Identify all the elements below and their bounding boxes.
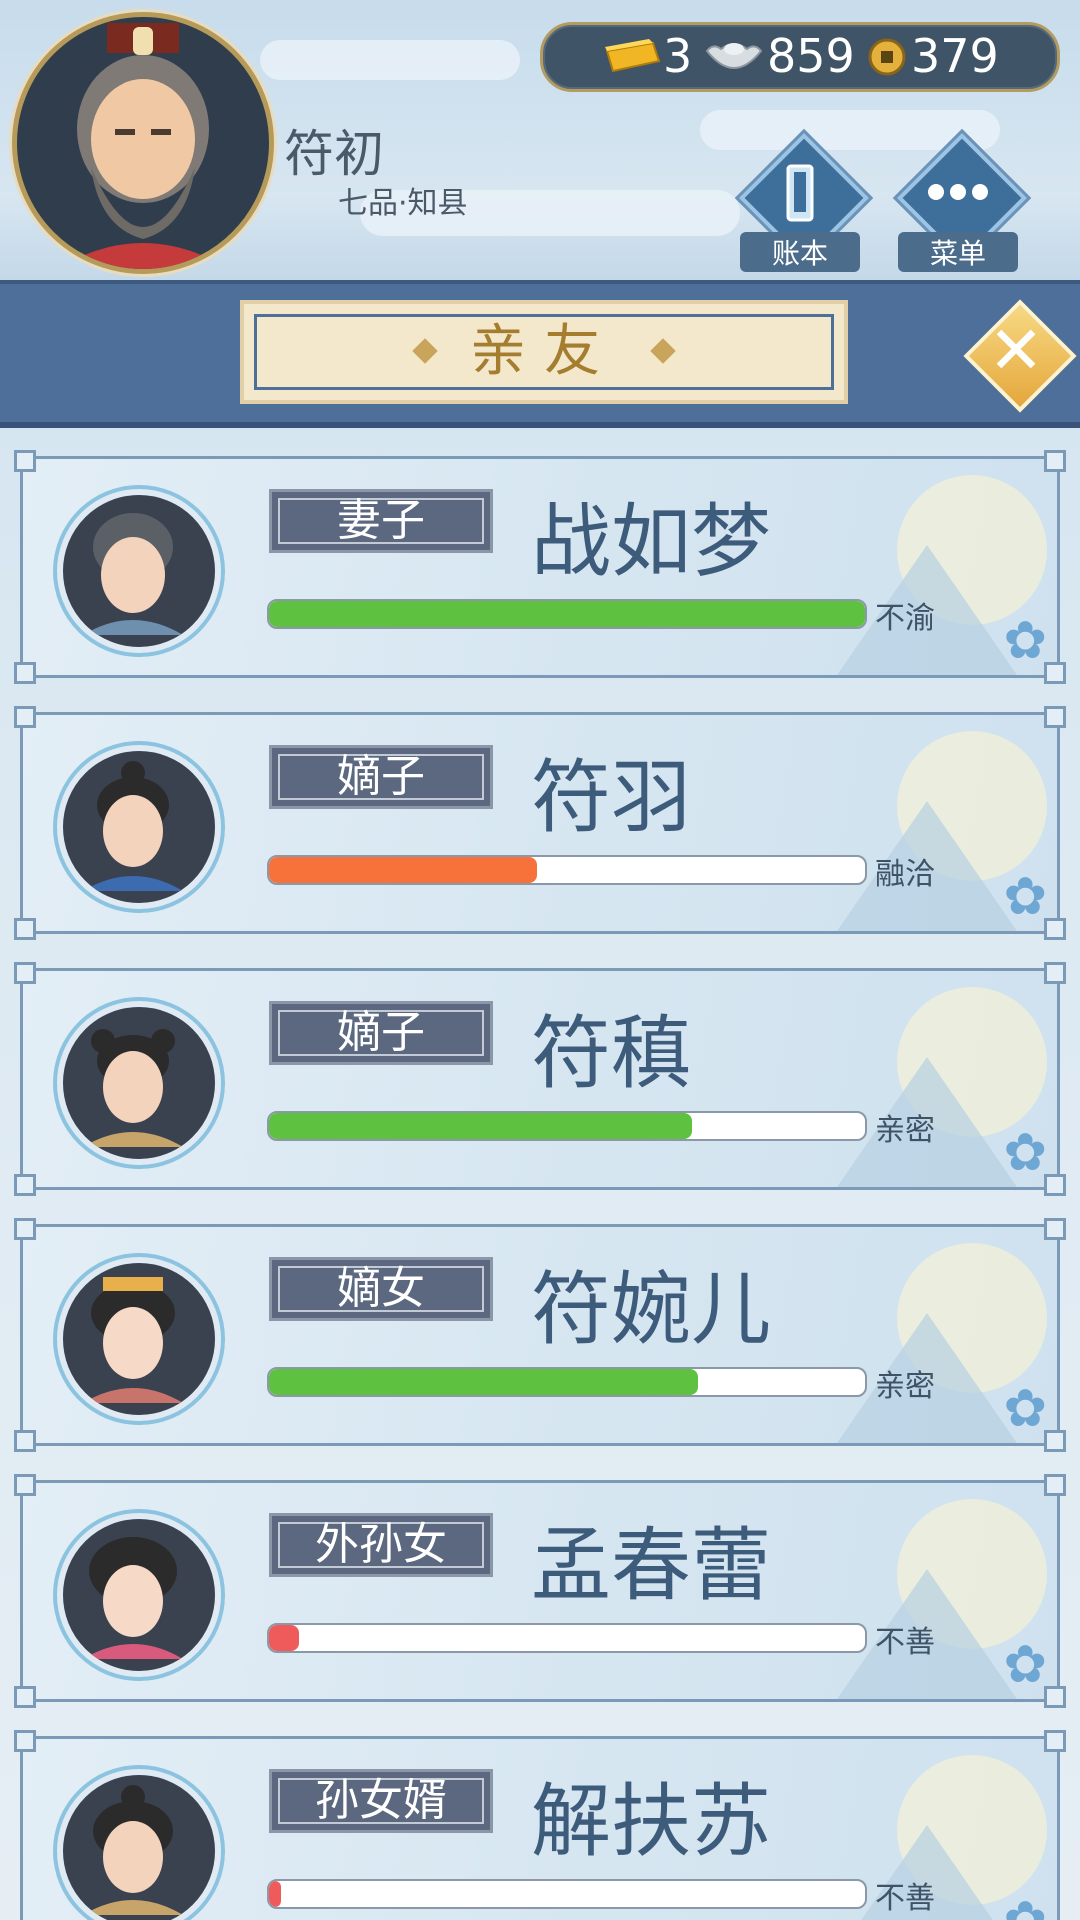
plum-flower-icon: ✿ [1003,1123,1047,1183]
coin-count: 379 [911,29,999,83]
plum-flower-icon: ✿ [1003,1379,1047,1439]
ledger-button[interactable]: 账本 [738,132,870,272]
more-dots-icon [928,184,988,200]
plum-flower-icon: ✿ [1003,611,1047,671]
character-name: 解扶苏 [531,1775,771,1868]
plum-flower-icon: ✿ [1003,1895,1047,1920]
relative-card[interactable]: ✿ 嫡子 符羽 融洽 [14,706,1066,940]
role-tag: 孙女婿 [269,1769,493,1833]
silver-count: 859 [767,29,855,83]
resource-bar: 3 859 379 [540,22,1060,92]
relatives-list[interactable]: ✿ 妻子 战如梦 不渝 ✿ 嫡子 符羽 融洽 ✿ 嫡子 符稹 亲密 ✿ 嫡女 符… [0,424,1080,1920]
relative-card[interactable]: ✿ 嫡女 符婉儿 亲密 [14,1218,1066,1452]
plum-flower-icon: ✿ [1003,867,1047,927]
character-name: 符稹 [531,1007,691,1100]
relationship-status: 亲密 [875,1369,935,1404]
character-portrait[interactable] [57,745,221,909]
title-plate: 亲友 [240,300,848,404]
relationship-status: 不渝 [875,601,935,636]
affinity-bar [267,1367,867,1397]
relative-card[interactable]: ✿ 孙女婿 解扶苏 不善 [14,1730,1066,1920]
ledger-label: 账本 [740,232,860,272]
menu-button[interactable]: 菜单 [896,132,1028,272]
character-portrait[interactable] [57,489,221,653]
relative-card[interactable]: ✿ 嫡子 符稹 亲密 [14,962,1066,1196]
book-icon [786,164,814,222]
role-tag: 嫡子 [269,1001,493,1065]
relationship-status: 不善 [875,1881,935,1916]
page-title: 亲友 [470,319,618,384]
character-portrait[interactable] [57,1001,221,1165]
gold-count: 3 [663,29,693,83]
role-tag: 外孙女 [269,1513,493,1577]
character-portrait[interactable] [57,1769,221,1920]
character-name: 孟春蕾 [531,1519,771,1612]
affinity-bar [267,599,867,629]
character-portrait[interactable] [57,1513,221,1677]
player-avatar[interactable] [12,12,274,274]
relationship-status: 融洽 [875,857,935,892]
character-name: 战如梦 [531,495,771,588]
copper-coin-icon [868,38,906,76]
affinity-bar [267,1111,867,1141]
player-name: 符初 [284,125,384,183]
player-rank: 七品·知县 [338,186,468,221]
title-banner: 亲友 ✕ [0,280,1080,428]
character-portrait[interactable] [57,1257,221,1421]
role-tag: 嫡女 [269,1257,493,1321]
gold-ingot-icon [605,39,661,73]
close-icon[interactable]: ✕ [976,306,1056,396]
top-status-bar: 符初 七品·知县 3 859 379 账本 菜单 [0,0,1080,280]
relative-card[interactable]: ✿ 外孙女 孟春蕾 不善 [14,1474,1066,1708]
silver-ingot-icon [705,43,763,69]
relative-card[interactable]: ✿ 妻子 战如梦 不渝 [14,450,1066,684]
menu-label: 菜单 [898,232,1018,272]
affinity-bar [267,1623,867,1653]
affinity-bar [267,1879,867,1909]
affinity-bar [267,855,867,885]
relationship-status: 亲密 [875,1113,935,1148]
plum-flower-icon: ✿ [1003,1635,1047,1695]
role-tag: 妻子 [269,489,493,553]
cloud-decoration [260,40,520,80]
relationship-status: 不善 [875,1625,935,1660]
character-name: 符羽 [531,751,691,844]
role-tag: 嫡子 [269,745,493,809]
character-name: 符婉儿 [531,1263,771,1356]
official-portrait-icon [57,23,229,269]
